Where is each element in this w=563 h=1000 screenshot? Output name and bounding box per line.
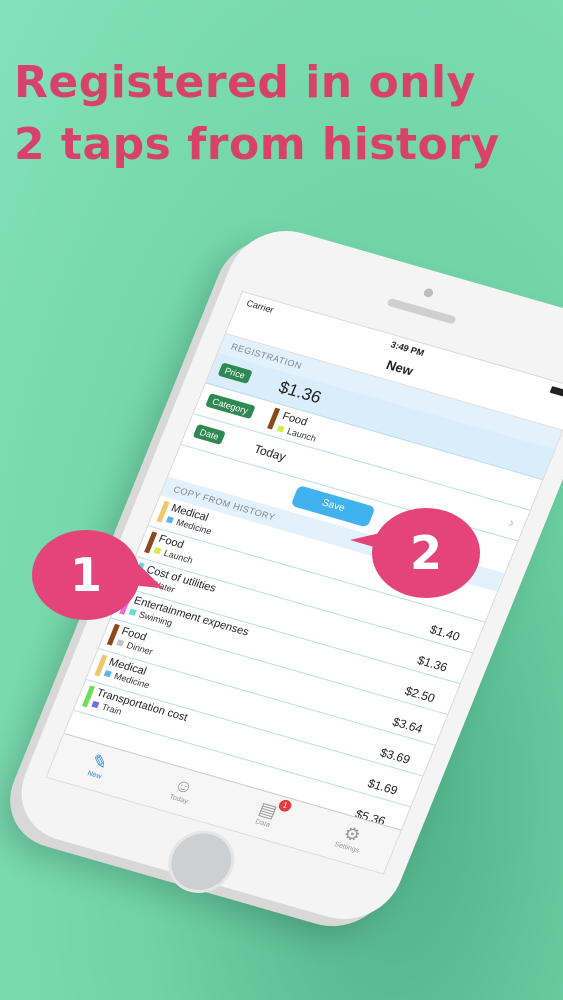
history-item-subcategory: Dinner — [125, 640, 155, 657]
home-button[interactable] — [158, 823, 245, 901]
subcategory-color — [103, 670, 112, 678]
history-item-subcategory: Launch — [162, 547, 195, 566]
price-value[interactable]: $1.36 — [276, 378, 324, 408]
subcategory-color — [128, 608, 137, 616]
history-item-price: $2.50 — [402, 683, 438, 706]
history-item-price: $3.69 — [378, 745, 413, 767]
subcategory-color — [91, 700, 100, 709]
category-tag: Category — [205, 393, 256, 420]
callout-one: 1 — [32, 530, 140, 620]
callout-two: 2 — [350, 508, 480, 598]
subcategory-color — [153, 547, 162, 555]
subcategory-color — [116, 639, 125, 647]
history-item-price: $1.69 — [365, 776, 400, 798]
chevron-right-icon: › — [506, 514, 518, 531]
subcategory-color — [276, 425, 285, 433]
category-sub: Launch — [285, 426, 318, 444]
subcategory-color — [165, 516, 174, 524]
headline-line-1: Registered in only — [14, 57, 476, 108]
headline-line-2: 2 taps from history — [14, 119, 500, 170]
history-item-price: $1.40 — [427, 622, 462, 644]
speaker-grill — [386, 297, 457, 325]
date-value: Today — [251, 441, 289, 464]
category-main: Food — [280, 410, 310, 429]
history-item-price: $1.36 — [415, 653, 450, 675]
date-tag: Date — [192, 423, 226, 445]
headline: Registered in only 2 taps from history — [14, 52, 559, 176]
camera-icon — [422, 287, 435, 299]
price-tag: Price — [217, 362, 253, 384]
history-item-price: $3.64 — [390, 714, 425, 737]
